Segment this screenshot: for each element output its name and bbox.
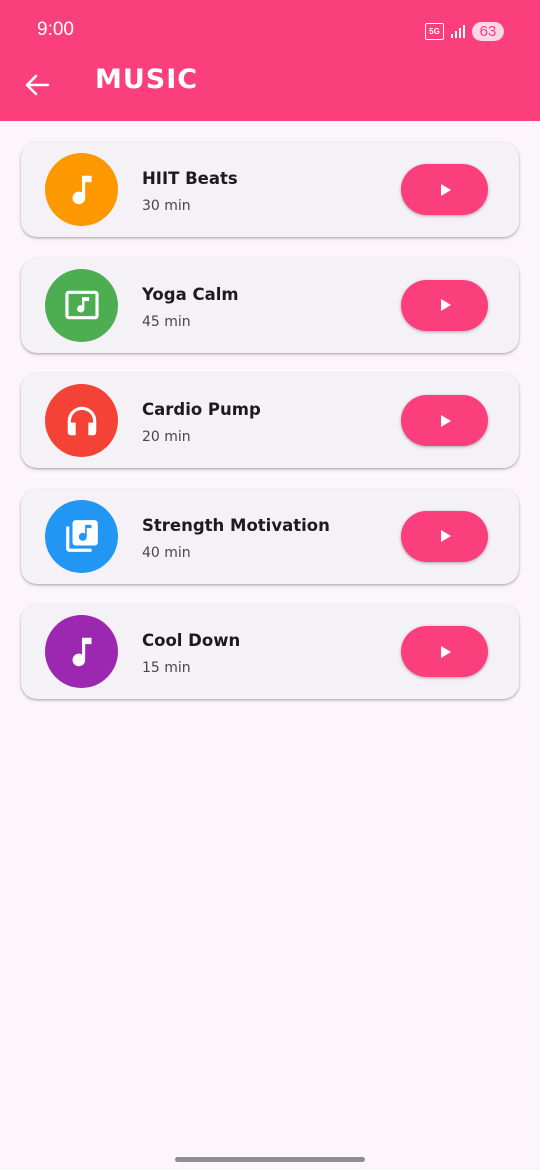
track-title: Strength Motivation <box>142 515 330 535</box>
play-button[interactable] <box>401 395 488 446</box>
library-music-icon <box>65 520 98 552</box>
play-button[interactable] <box>401 279 488 331</box>
play-button[interactable] <box>401 626 488 677</box>
play-icon <box>440 183 451 196</box>
play-button[interactable] <box>401 164 488 215</box>
status-time: 9:00 <box>37 19 74 40</box>
list-item[interactable]: Yoga Calm 45 min <box>21 257 519 353</box>
page-title: MUSIC <box>95 64 199 95</box>
arrow-left-icon[interactable] <box>24 73 50 97</box>
app-bar: 9:00 5G 63 MUSIC <box>0 0 540 121</box>
track-title: Yoga Calm <box>142 284 239 304</box>
track-avatar <box>45 499 118 573</box>
track-duration: 15 min <box>142 660 191 676</box>
play-icon <box>440 645 451 658</box>
track-avatar <box>45 615 118 688</box>
list-item[interactable]: Cool Down 15 min <box>21 604 519 699</box>
home-indicator[interactable] <box>175 1157 365 1162</box>
play-icon <box>440 530 451 542</box>
track-duration: 40 min <box>142 544 191 561</box>
headphones-icon <box>67 406 96 435</box>
music-note-icon <box>72 637 91 666</box>
play-button[interactable] <box>401 510 488 562</box>
play-icon <box>440 414 451 427</box>
track-title: Cardio Pump <box>142 400 261 419</box>
music-video-icon <box>64 290 99 320</box>
play-icon <box>440 299 451 311</box>
network-type-icon: 5G <box>425 22 444 40</box>
track-avatar <box>45 153 118 226</box>
track-avatar <box>45 268 118 342</box>
track-title: Cool Down <box>142 631 241 650</box>
track-duration: 30 min <box>142 198 191 214</box>
battery-indicator: 63 <box>472 21 504 41</box>
track-duration: 20 min <box>142 429 191 445</box>
status-icons: 5G 63 <box>425 20 504 42</box>
track-duration: 45 min <box>142 313 191 330</box>
list-item[interactable]: Cardio Pump 20 min <box>21 373 519 468</box>
list-item[interactable]: Strength Motivation 40 min <box>21 488 519 584</box>
signal-icon <box>451 25 465 38</box>
track-avatar <box>45 384 118 457</box>
music-note-icon <box>72 175 91 204</box>
music-list: HIIT Beats 30 min Yoga Calm 45 min Cardi… <box>21 142 519 720</box>
list-item[interactable]: HIIT Beats 30 min <box>21 142 519 237</box>
track-title: HIIT Beats <box>142 169 238 188</box>
